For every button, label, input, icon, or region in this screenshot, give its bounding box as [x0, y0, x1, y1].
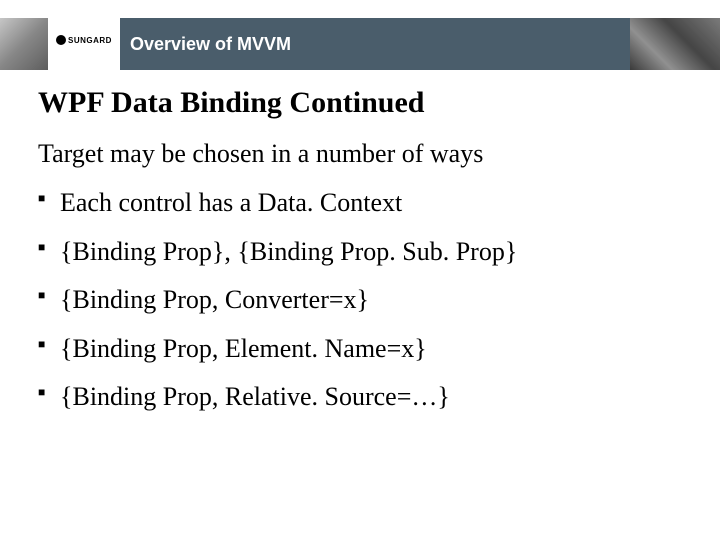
header-dark-right [630, 18, 720, 70]
sub-title: Target may be chosen in a number of ways [38, 138, 690, 169]
bullet-item: {Binding Prop}, {Binding Prop. Sub. Prop… [38, 236, 690, 269]
logo: SUNGARD [56, 34, 116, 46]
header-photo-right [630, 18, 720, 70]
bullet-item: {Binding Prop, Element. Name=x} [38, 333, 690, 366]
bullet-item: {Binding Prop, Converter=x} [38, 284, 690, 317]
header-bar: SUNGARD Overview of MVVM [0, 18, 720, 70]
bullet-item: {Binding Prop, Relative. Source=…} [38, 381, 690, 414]
slide: SUNGARD Overview of MVVM WPF Data Bindin… [0, 0, 720, 540]
bullet-item: Each control has a Data. Context [38, 187, 690, 220]
main-title: WPF Data Binding Continued [38, 86, 690, 120]
bullet-list: Each control has a Data. Context {Bindin… [38, 187, 690, 414]
content: WPF Data Binding Continued Target may be… [38, 80, 690, 430]
logo-text: SUNGARD [68, 36, 112, 45]
header-title: Overview of MVVM [130, 34, 291, 55]
logo-dot-icon [56, 35, 66, 45]
header-photo-left [0, 18, 48, 70]
header-title-bg: Overview of MVVM [120, 18, 630, 70]
